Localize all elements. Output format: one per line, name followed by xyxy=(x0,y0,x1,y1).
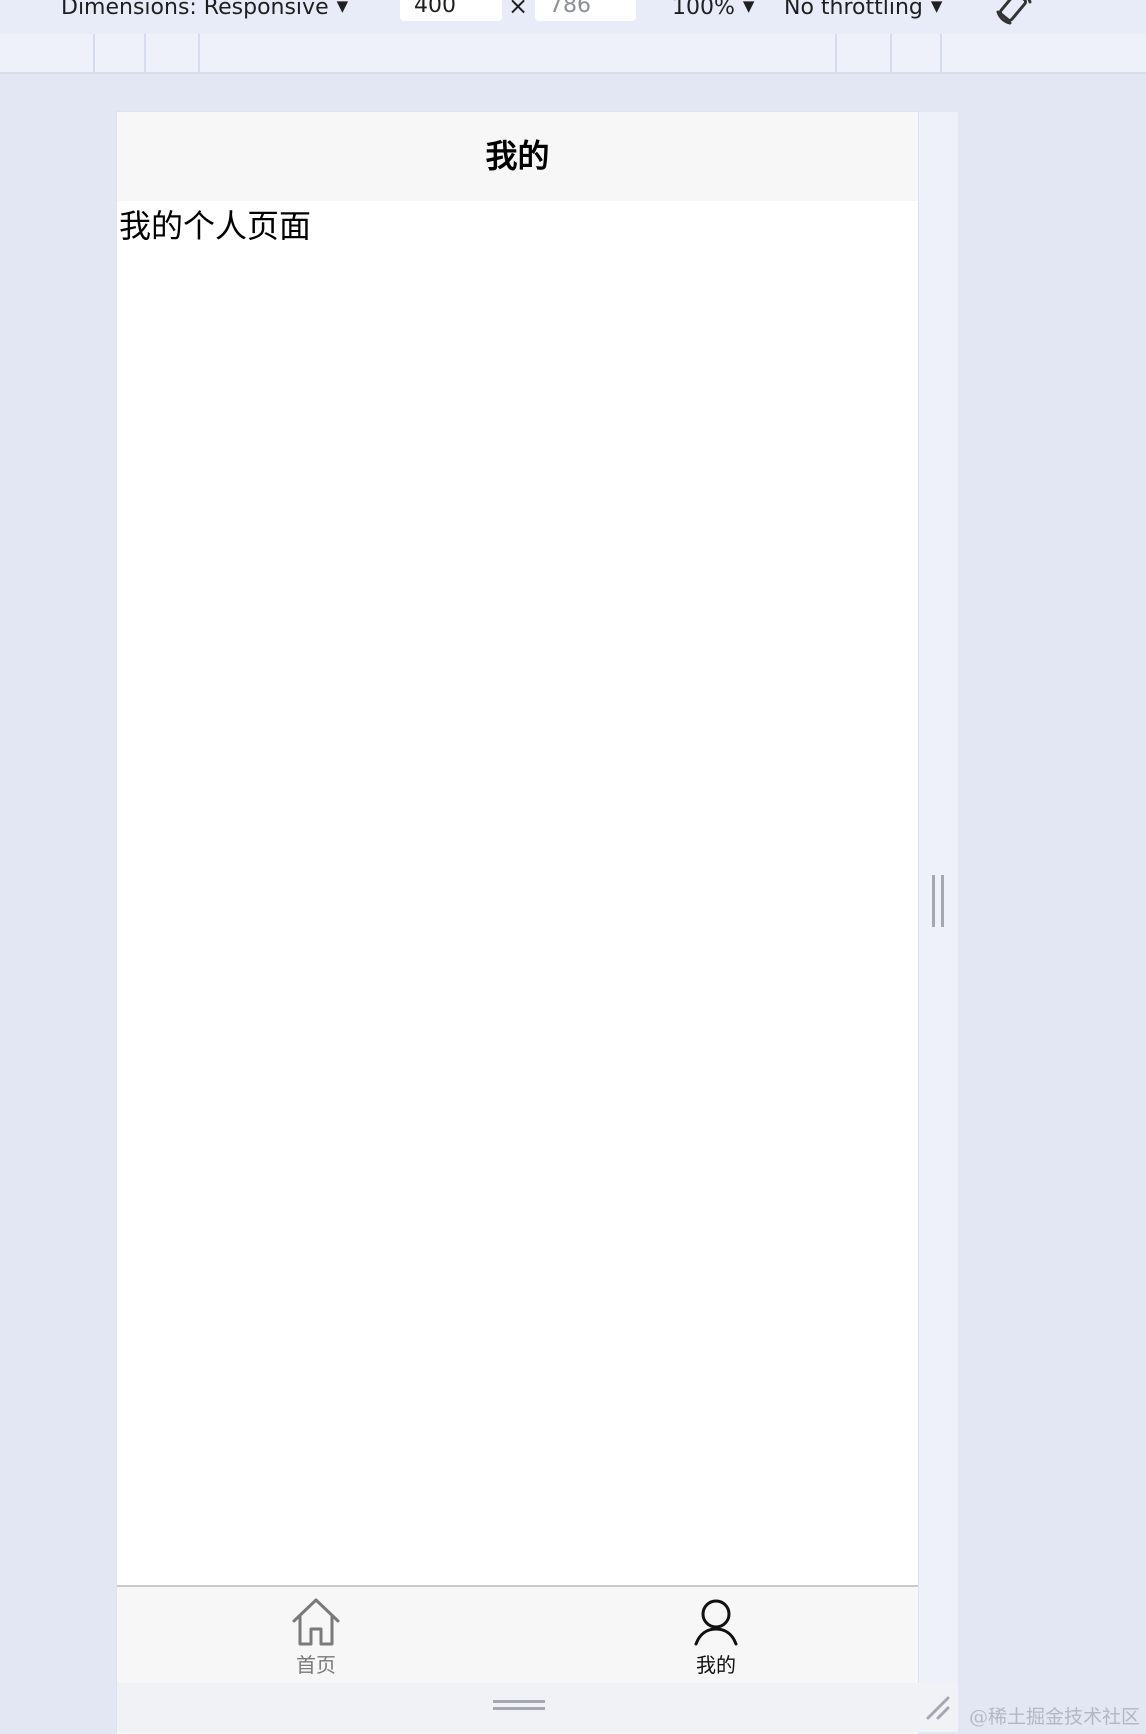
rotate-icon[interactable] xyxy=(994,0,1034,26)
width-input[interactable]: 400 xyxy=(400,0,502,21)
throttling-label: No throttling xyxy=(784,0,923,20)
ruler-divider xyxy=(93,34,95,72)
devtools-device-toolbar: Dimensions: Responsive ▼ 400 × 786 100% ▼ … xyxy=(0,0,1146,34)
tab-home[interactable]: 首页 xyxy=(236,1597,396,1687)
chevron-down-icon: ▼ xyxy=(336,0,349,15)
watermark: @稀土掘金技术社区 xyxy=(968,1706,1140,1728)
zoom-label: 100% xyxy=(672,0,735,20)
right-resize-handle[interactable] xyxy=(932,875,944,927)
tab-profile[interactable]: 我的 xyxy=(636,1597,796,1687)
ruler-divider xyxy=(144,34,146,72)
ruler-divider xyxy=(835,34,837,72)
bottom-resize-handle[interactable] xyxy=(493,1700,545,1710)
navigation-bar: 我的 xyxy=(117,112,918,201)
dimensions-dropdown[interactable]: Dimensions: Responsive ▼ xyxy=(61,0,348,21)
throttling-dropdown[interactable]: No throttling ▼ xyxy=(784,0,942,21)
user-icon xyxy=(694,1599,738,1646)
ruler-divider xyxy=(198,34,200,72)
corner-resize-icon[interactable] xyxy=(924,1694,950,1720)
ruler-divider xyxy=(890,34,892,72)
times-separator: × xyxy=(508,0,529,20)
height-input[interactable]: 786 xyxy=(535,0,636,21)
zoom-dropdown[interactable]: 100% ▼ xyxy=(672,0,754,21)
tab-profile-label: 我的 xyxy=(696,1653,736,1677)
ruler-divider xyxy=(940,34,942,72)
device-viewport: 我的 我的个人页面 首页 我的 xyxy=(117,112,918,1734)
chevron-down-icon: ▼ xyxy=(930,0,943,15)
dimensions-label: Dimensions: Responsive xyxy=(61,0,329,20)
page-content-text: 我的个人页面 xyxy=(119,207,312,245)
tab-home-label: 首页 xyxy=(296,1653,336,1677)
media-query-ruler xyxy=(0,34,1146,74)
home-icon xyxy=(292,1598,340,1646)
chevron-down-icon: ▼ xyxy=(742,0,755,15)
page-title: 我的 xyxy=(485,137,550,175)
